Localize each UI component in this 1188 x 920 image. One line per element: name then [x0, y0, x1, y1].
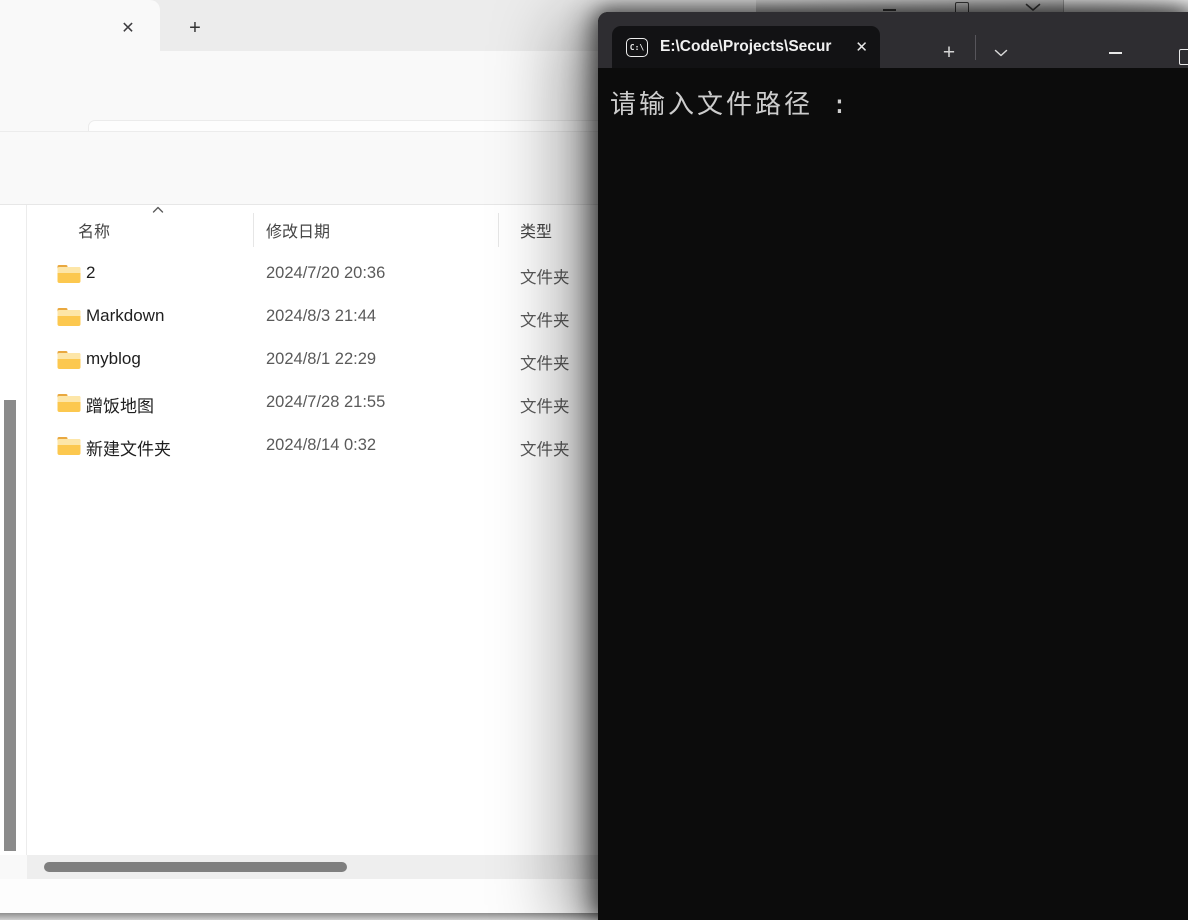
file-name: 蹭饭地图	[86, 392, 154, 417]
tab-dropdown-icon[interactable]	[988, 38, 1014, 68]
status-bar	[0, 879, 700, 913]
terminal-prompt-text: 请输入文件路径 :	[610, 84, 850, 121]
column-divider[interactable]	[253, 213, 254, 247]
file-date-modified: 2024/7/20 20:36	[266, 264, 385, 283]
terminal-tab-title: E:\Code\Projects\Secur	[660, 38, 849, 56]
file-name: myblog	[86, 349, 141, 369]
file-type: 文件夹	[520, 393, 570, 417]
cmd-icon: C:\	[626, 38, 648, 57]
new-tab-icon[interactable]: +	[933, 38, 965, 68]
tab-close-icon[interactable]: ✕	[116, 16, 140, 40]
folder-icon	[57, 393, 81, 413]
file-name: 2	[86, 263, 95, 283]
file-row[interactable]: 2 2024/7/20 20:36 文件夹	[0, 253, 700, 296]
file-type: 文件夹	[520, 264, 570, 288]
folder-icon	[57, 307, 81, 327]
new-tab-icon[interactable]: +	[182, 15, 208, 41]
file-date-modified: 2024/8/3 21:44	[266, 307, 376, 326]
file-row[interactable]: 蹭饭地图 2024/7/28 21:55 文件夹	[0, 382, 700, 425]
window-bottom-edge	[0, 913, 600, 920]
windows-terminal-window: C:\ E:\Code\Projects\Secur ✕ + 请输入文件路径 :	[598, 12, 1188, 920]
file-row[interactable]: myblog 2024/8/1 22:29 文件夹	[0, 339, 700, 382]
sort-ascending-icon	[152, 206, 164, 214]
folder-icon	[57, 436, 81, 456]
file-type: 文件夹	[520, 307, 570, 331]
horizontal-scrollbar-thumb[interactable]	[44, 862, 347, 872]
file-date-modified: 2024/8/1 22:29	[266, 350, 376, 369]
file-date-modified: 2024/8/14 0:32	[266, 436, 376, 455]
file-row[interactable]: Markdown 2024/8/3 21:44 文件夹	[0, 296, 700, 339]
column-divider[interactable]	[498, 213, 499, 247]
file-date-modified: 2024/7/28 21:55	[266, 393, 385, 412]
file-name: 新建文件夹	[86, 435, 171, 460]
file-list-panel: 名称 修改日期 类型 2 2024/7/20 20:36 文件夹	[0, 205, 700, 855]
folder-icon	[57, 264, 81, 284]
minimize-icon[interactable]	[1098, 38, 1132, 68]
file-row[interactable]: 新建文件夹 2024/8/14 0:32 文件夹	[0, 425, 700, 468]
file-type: 文件夹	[520, 350, 570, 374]
terminal-active-tab[interactable]: C:\ E:\Code\Projects\Secur ✕	[612, 26, 880, 68]
file-name: Markdown	[86, 306, 164, 326]
maximize-icon[interactable]	[1179, 49, 1188, 65]
tab-close-icon[interactable]: ✕	[855, 38, 868, 56]
terminal-titlebar[interactable]: C:\ E:\Code\Projects\Secur ✕ +	[598, 12, 1188, 68]
file-list: 2 2024/7/20 20:36 文件夹 Markdown 2024/8/3 …	[0, 253, 700, 468]
column-header-type[interactable]: 类型	[520, 218, 552, 242]
column-header-name[interactable]: 名称	[78, 218, 110, 242]
file-type: 文件夹	[520, 436, 570, 460]
column-header-date[interactable]: 修改日期	[266, 218, 330, 242]
titlebar-divider	[975, 35, 976, 60]
folder-icon	[57, 350, 81, 370]
